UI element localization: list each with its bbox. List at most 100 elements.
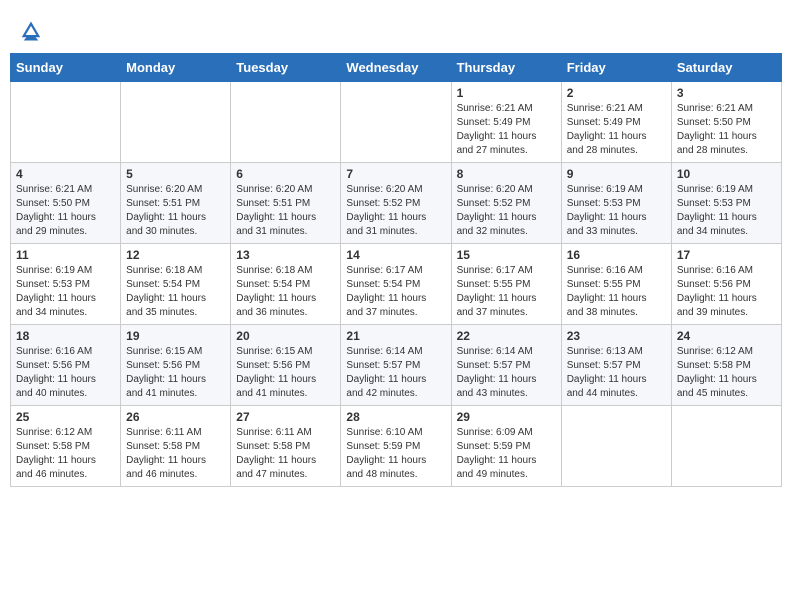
calendar-cell: 20 Sunrise: 6:15 AM Sunset: 5:56 PM Dayli… — [231, 325, 341, 406]
day-info: Sunrise: 6:16 AM Sunset: 5:56 PM Dayligh… — [677, 264, 776, 320]
calendar-cell — [121, 82, 231, 163]
day-info: Sunrise: 6:13 AM Sunset: 5:57 PM Dayligh… — [567, 345, 666, 401]
calendar-cell: 17 Sunrise: 6:16 AM Sunset: 5:56 PM Dayli… — [671, 244, 781, 325]
day-number: 24 — [677, 329, 776, 343]
day-number: 6 — [236, 167, 335, 181]
day-number: 3 — [677, 86, 776, 100]
calendar-cell: 26 Sunrise: 6:11 AM Sunset: 5:58 PM Dayli… — [121, 406, 231, 487]
day-info: Sunrise: 6:16 AM Sunset: 5:56 PM Dayligh… — [16, 345, 115, 401]
calendar-cell: 3 Sunrise: 6:21 AM Sunset: 5:50 PM Daylig… — [671, 82, 781, 163]
day-info: Sunrise: 6:14 AM Sunset: 5:57 PM Dayligh… — [346, 345, 445, 401]
calendar-cell — [231, 82, 341, 163]
calendar-cell: 13 Sunrise: 6:18 AM Sunset: 5:54 PM Dayli… — [231, 244, 341, 325]
calendar-cell: 6 Sunrise: 6:20 AM Sunset: 5:51 PM Daylig… — [231, 163, 341, 244]
weekday-header: Monday — [121, 54, 231, 82]
day-number: 8 — [457, 167, 556, 181]
calendar-cell: 19 Sunrise: 6:15 AM Sunset: 5:56 PM Dayli… — [121, 325, 231, 406]
calendar-week-row: 11 Sunrise: 6:19 AM Sunset: 5:53 PM Dayli… — [11, 244, 782, 325]
day-number: 2 — [567, 86, 666, 100]
calendar-cell: 7 Sunrise: 6:20 AM Sunset: 5:52 PM Daylig… — [341, 163, 451, 244]
logo-icon — [20, 20, 42, 42]
day-number: 12 — [126, 248, 225, 262]
day-info: Sunrise: 6:21 AM Sunset: 5:50 PM Dayligh… — [677, 102, 776, 158]
day-number: 16 — [567, 248, 666, 262]
day-number: 10 — [677, 167, 776, 181]
calendar-week-row: 25 Sunrise: 6:12 AM Sunset: 5:58 PM Dayli… — [11, 406, 782, 487]
day-number: 23 — [567, 329, 666, 343]
day-number: 28 — [346, 410, 445, 424]
weekday-header: Saturday — [671, 54, 781, 82]
day-info: Sunrise: 6:15 AM Sunset: 5:56 PM Dayligh… — [126, 345, 225, 401]
day-number: 26 — [126, 410, 225, 424]
calendar-cell — [341, 82, 451, 163]
page-header — [10, 10, 782, 47]
day-number: 13 — [236, 248, 335, 262]
day-info: Sunrise: 6:14 AM Sunset: 5:57 PM Dayligh… — [457, 345, 556, 401]
calendar-cell: 4 Sunrise: 6:21 AM Sunset: 5:50 PM Daylig… — [11, 163, 121, 244]
day-number: 5 — [126, 167, 225, 181]
day-info: Sunrise: 6:16 AM Sunset: 5:55 PM Dayligh… — [567, 264, 666, 320]
day-number: 21 — [346, 329, 445, 343]
day-info: Sunrise: 6:21 AM Sunset: 5:49 PM Dayligh… — [457, 102, 556, 158]
day-number: 1 — [457, 86, 556, 100]
day-info: Sunrise: 6:21 AM Sunset: 5:50 PM Dayligh… — [16, 183, 115, 239]
logo — [20, 20, 46, 42]
day-number: 25 — [16, 410, 115, 424]
calendar-cell: 15 Sunrise: 6:17 AM Sunset: 5:55 PM Dayli… — [451, 244, 561, 325]
day-info: Sunrise: 6:11 AM Sunset: 5:58 PM Dayligh… — [126, 426, 225, 482]
day-info: Sunrise: 6:15 AM Sunset: 5:56 PM Dayligh… — [236, 345, 335, 401]
calendar-cell: 23 Sunrise: 6:13 AM Sunset: 5:57 PM Dayli… — [561, 325, 671, 406]
calendar-cell: 11 Sunrise: 6:19 AM Sunset: 5:53 PM Dayli… — [11, 244, 121, 325]
day-number: 4 — [16, 167, 115, 181]
day-info: Sunrise: 6:20 AM Sunset: 5:52 PM Dayligh… — [346, 183, 445, 239]
calendar-cell: 25 Sunrise: 6:12 AM Sunset: 5:58 PM Dayli… — [11, 406, 121, 487]
calendar-cell: 8 Sunrise: 6:20 AM Sunset: 5:52 PM Daylig… — [451, 163, 561, 244]
calendar-week-row: 1 Sunrise: 6:21 AM Sunset: 5:49 PM Daylig… — [11, 82, 782, 163]
day-info: Sunrise: 6:21 AM Sunset: 5:49 PM Dayligh… — [567, 102, 666, 158]
day-info: Sunrise: 6:09 AM Sunset: 5:59 PM Dayligh… — [457, 426, 556, 482]
day-info: Sunrise: 6:18 AM Sunset: 5:54 PM Dayligh… — [236, 264, 335, 320]
day-info: Sunrise: 6:12 AM Sunset: 5:58 PM Dayligh… — [16, 426, 115, 482]
day-number: 7 — [346, 167, 445, 181]
day-info: Sunrise: 6:18 AM Sunset: 5:54 PM Dayligh… — [126, 264, 225, 320]
calendar-cell: 22 Sunrise: 6:14 AM Sunset: 5:57 PM Dayli… — [451, 325, 561, 406]
weekday-header: Wednesday — [341, 54, 451, 82]
calendar-cell — [11, 82, 121, 163]
day-info: Sunrise: 6:17 AM Sunset: 5:55 PM Dayligh… — [457, 264, 556, 320]
day-number: 22 — [457, 329, 556, 343]
day-number: 29 — [457, 410, 556, 424]
day-info: Sunrise: 6:20 AM Sunset: 5:52 PM Dayligh… — [457, 183, 556, 239]
day-info: Sunrise: 6:19 AM Sunset: 5:53 PM Dayligh… — [16, 264, 115, 320]
weekday-header: Sunday — [11, 54, 121, 82]
day-info: Sunrise: 6:20 AM Sunset: 5:51 PM Dayligh… — [236, 183, 335, 239]
day-info: Sunrise: 6:19 AM Sunset: 5:53 PM Dayligh… — [677, 183, 776, 239]
calendar-cell: 24 Sunrise: 6:12 AM Sunset: 5:58 PM Dayli… — [671, 325, 781, 406]
calendar-table: SundayMondayTuesdayWednesdayThursdayFrid… — [10, 53, 782, 487]
calendar-cell: 14 Sunrise: 6:17 AM Sunset: 5:54 PM Dayli… — [341, 244, 451, 325]
day-number: 19 — [126, 329, 225, 343]
calendar-week-row: 18 Sunrise: 6:16 AM Sunset: 5:56 PM Dayli… — [11, 325, 782, 406]
calendar-cell: 18 Sunrise: 6:16 AM Sunset: 5:56 PM Dayli… — [11, 325, 121, 406]
calendar-week-row: 4 Sunrise: 6:21 AM Sunset: 5:50 PM Daylig… — [11, 163, 782, 244]
calendar-cell: 29 Sunrise: 6:09 AM Sunset: 5:59 PM Dayli… — [451, 406, 561, 487]
day-info: Sunrise: 6:10 AM Sunset: 5:59 PM Dayligh… — [346, 426, 445, 482]
day-number: 11 — [16, 248, 115, 262]
calendar-cell: 2 Sunrise: 6:21 AM Sunset: 5:49 PM Daylig… — [561, 82, 671, 163]
day-info: Sunrise: 6:17 AM Sunset: 5:54 PM Dayligh… — [346, 264, 445, 320]
calendar-cell — [561, 406, 671, 487]
calendar-cell: 10 Sunrise: 6:19 AM Sunset: 5:53 PM Dayli… — [671, 163, 781, 244]
day-info: Sunrise: 6:20 AM Sunset: 5:51 PM Dayligh… — [126, 183, 225, 239]
day-number: 27 — [236, 410, 335, 424]
calendar-cell: 9Sunrise: 6:19 AM Sunset: 5:53 PM Daylig… — [561, 163, 671, 244]
day-info: Sunrise: 6:11 AM Sunset: 5:58 PM Dayligh… — [236, 426, 335, 482]
day-number: 20 — [236, 329, 335, 343]
day-number: 15 — [457, 248, 556, 262]
calendar-cell: 28 Sunrise: 6:10 AM Sunset: 5:59 PM Dayli… — [341, 406, 451, 487]
weekday-header: Thursday — [451, 54, 561, 82]
day-info: Sunrise: 6:19 AM Sunset: 5:53 PM Dayligh… — [567, 183, 666, 239]
day-number: 18 — [16, 329, 115, 343]
day-number: 14 — [346, 248, 445, 262]
day-number: 17 — [677, 248, 776, 262]
calendar-cell: 1 Sunrise: 6:21 AM Sunset: 5:49 PM Daylig… — [451, 82, 561, 163]
day-info: Sunrise: 6:12 AM Sunset: 5:58 PM Dayligh… — [677, 345, 776, 401]
